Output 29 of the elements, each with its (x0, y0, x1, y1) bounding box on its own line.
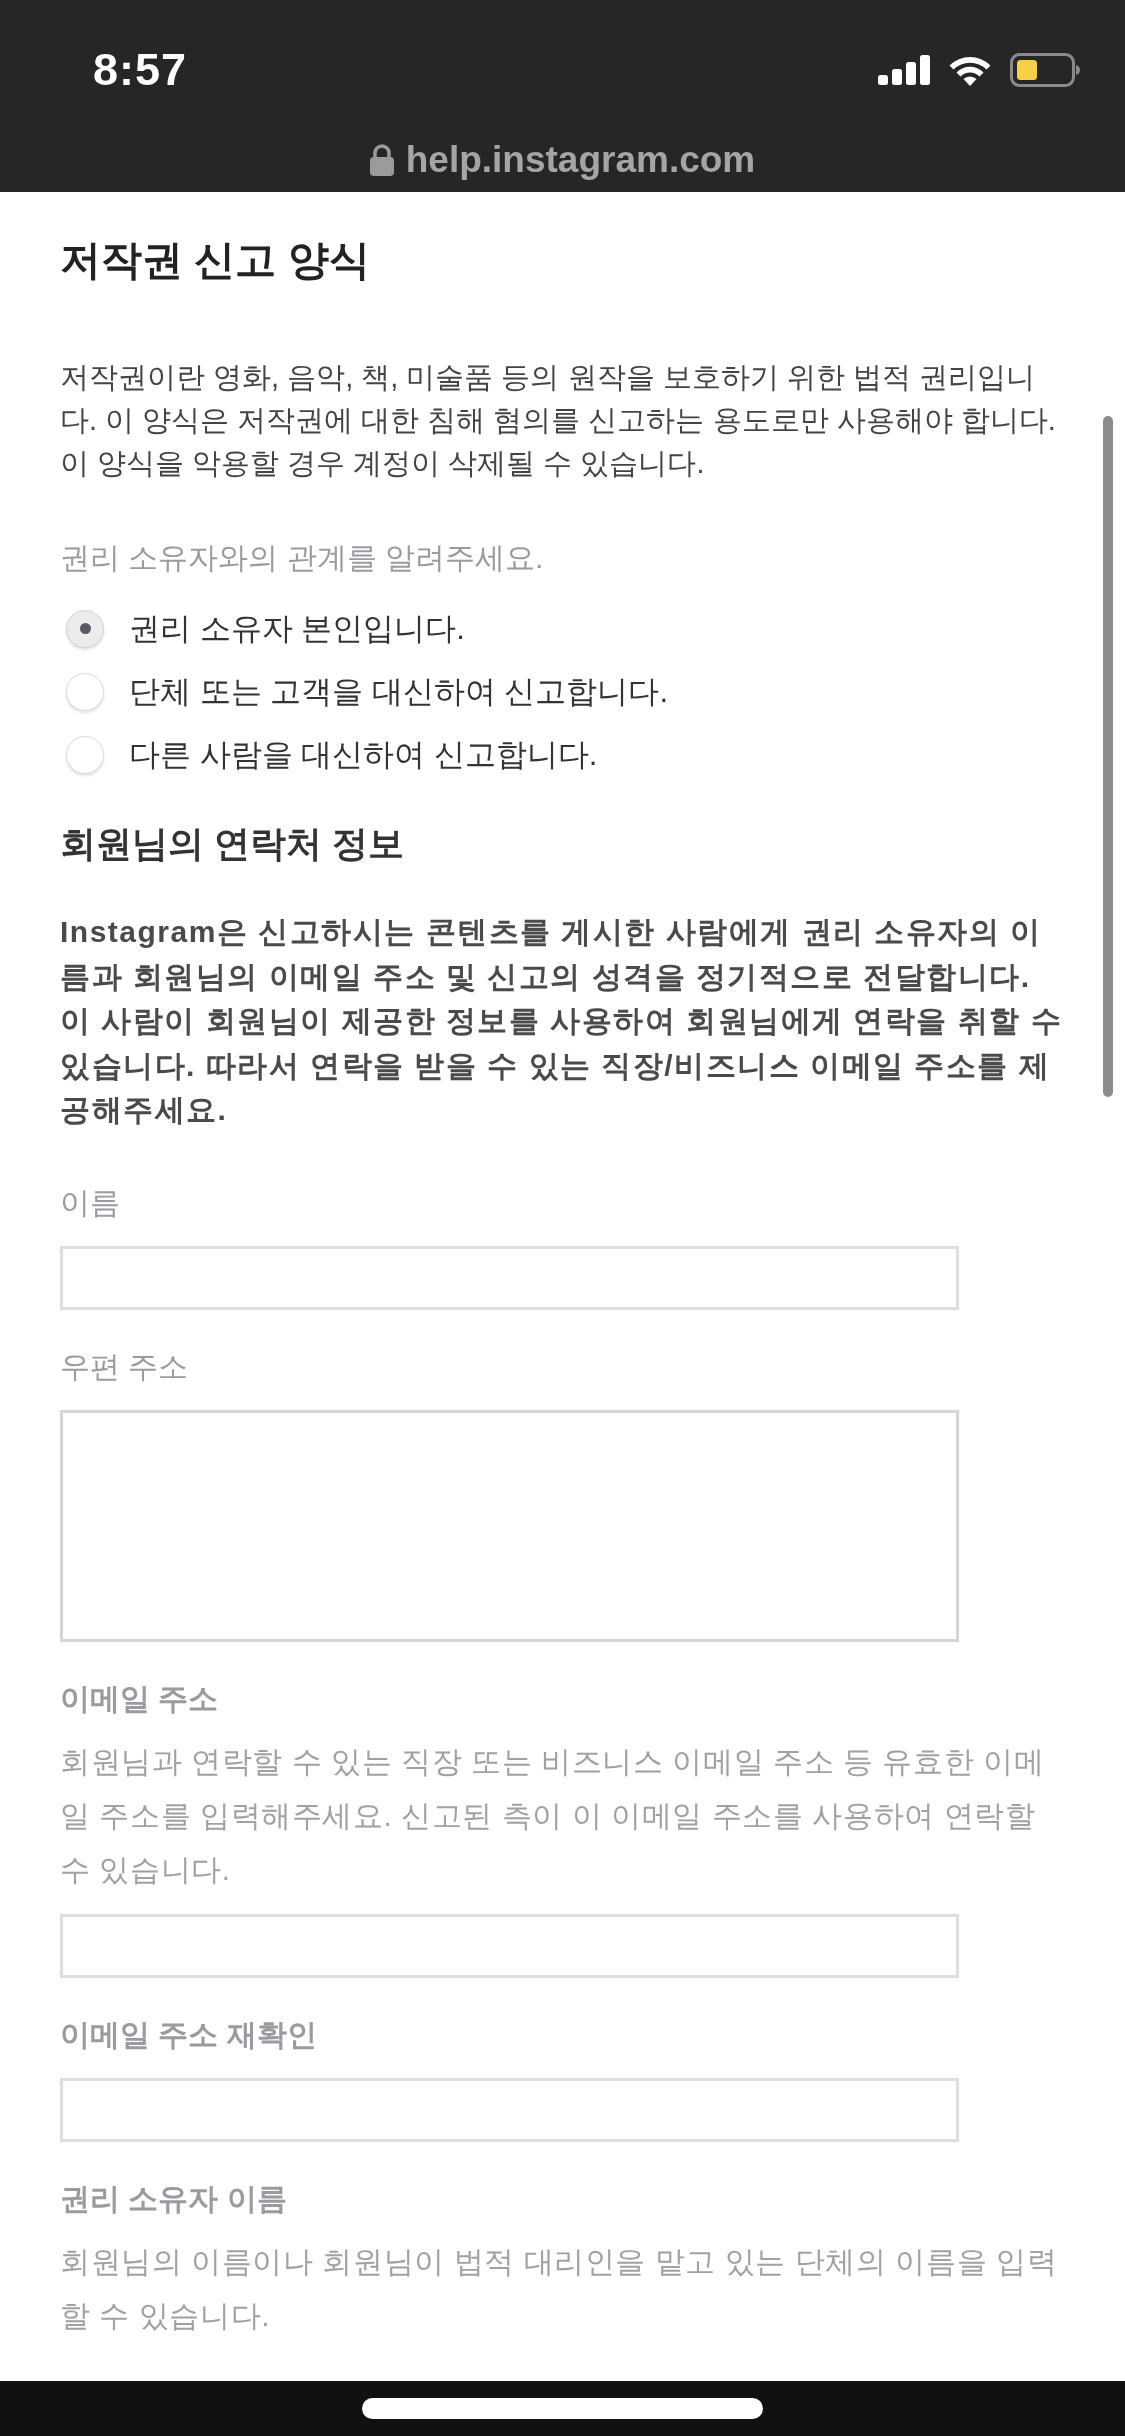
status-time: 8:57 (93, 43, 188, 98)
address-textarea[interactable] (60, 1409, 959, 1642)
question-label: 권리 소유자와의 관계를 알려주세요. (60, 540, 545, 576)
wifi-icon (948, 54, 992, 86)
field-label: 이름 (60, 1184, 121, 1221)
signal-icon (878, 55, 930, 85)
radio-button[interactable] (66, 672, 104, 711)
radio-label[interactable]: 다른 사람을 대신하여 신고합니다. (129, 733, 598, 776)
radio-label[interactable]: 단체 또는 고객을 대신하여 신고합니다. (129, 670, 669, 713)
field-help-text: 회원님의 이름이나 회원님이 법적 대리인을 맡고 있는 단체의 이름을 입력할 수 있습니다. (60, 2243, 1059, 2334)
url-text[interactable]: help.instagram.com (405, 132, 756, 188)
radio-label[interactable]: 권리 소유자 본인입니다. (129, 607, 465, 650)
page-title: 저작권 신고 양식 (60, 236, 371, 284)
text-input[interactable] (60, 1913, 959, 1978)
field-label: 권리 소유자 이름 (60, 2180, 288, 2217)
contact-paragraph: Instagram은 신고하시는 콘텐츠를 게시한 사람에게 권리 소유자의 이름과 회원님의 이메일 주소 및 신고의 성격을 정기적으로 전달합니다. 이 사람이 회원님이 제공한 정보를 사용하여 회원님에게 연락을 취할 수 있습니다. 따라서 연락을 받을 수 있는 직장/비즈니스 이메일 주소를 제공해주세요. (60, 914, 1063, 1128)
field-label: 이메일 주소 (60, 1680, 220, 1717)
text-input[interactable] (60, 1245, 959, 1310)
intro-paragraph: 저작권이란 영화, 음악, 책, 미술품 등의 원작을 보호하기 위한 법적 권리입니다. 이 양식은 저작권에 대한 침해 혐의를 신고하는 용도로만 사용해야 합니다. 이 양식을 악용할 경우 계정이 삭제될 수 있습니다. (60, 360, 1057, 481)
text-input[interactable] (60, 2077, 959, 2142)
field-label: 이메일 주소 재확인 (60, 2016, 318, 2053)
lock-icon (369, 144, 394, 176)
section-heading: 회원님의 연락처 정보 (60, 822, 405, 866)
battery-icon (1010, 53, 1080, 87)
home-indicator[interactable] (362, 2398, 763, 2419)
field-help-text: 회원님과 연락할 수 있는 직장 또는 비즈니스 이메일 주소 등 유효한 이메일 주소를 입력해주세요. 신고된 측이 이 이메일 주소를 사용하여 연락할 수 있습니다. (60, 1743, 1046, 1888)
radio-button[interactable] (66, 609, 104, 648)
radio-button[interactable] (66, 735, 104, 774)
field-label: 우편 주소 (60, 1348, 190, 1385)
